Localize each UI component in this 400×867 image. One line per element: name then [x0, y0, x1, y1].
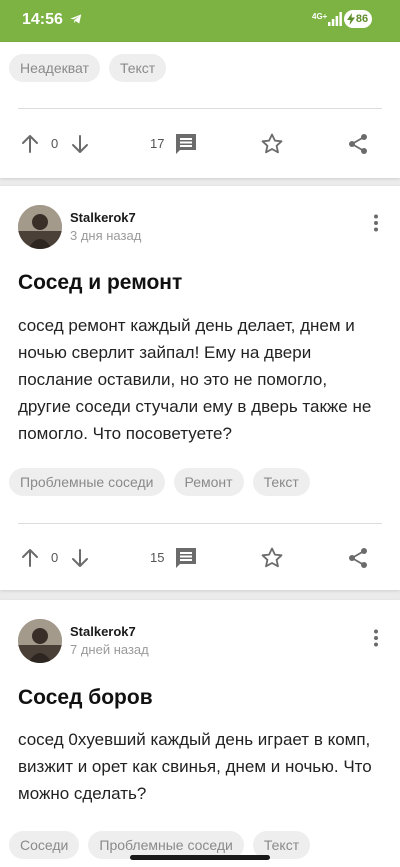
- post-card: Stalkerok7 3 дня назад Сосед и ремонт со…: [0, 186, 400, 590]
- divider: [18, 523, 382, 524]
- status-time: 14:56: [22, 11, 63, 28]
- downvote-arrow-icon[interactable]: [68, 546, 92, 570]
- author-name[interactable]: Stalkerok7: [70, 624, 136, 639]
- comment-count[interactable]: 15: [150, 550, 164, 565]
- star-icon[interactable]: [260, 546, 284, 570]
- comment-icon[interactable]: [174, 132, 198, 156]
- post-body: сосед 0хуевший каждый день играет в комп…: [18, 730, 372, 803]
- tag[interactable]: Текст: [252, 468, 310, 496]
- more-options-icon[interactable]: [366, 213, 386, 233]
- tag-list: Проблемные соседи Ремонт Текст: [9, 468, 310, 496]
- more-options-icon[interactable]: [366, 628, 386, 648]
- status-bar: 14:56 4G+ 86: [0, 0, 400, 42]
- post-date: 3 дня назад: [70, 228, 142, 243]
- star-icon[interactable]: [260, 132, 284, 156]
- upvote-arrow-icon[interactable]: [18, 546, 42, 570]
- telegram-icon: [70, 14, 82, 24]
- avatar[interactable]: [18, 205, 62, 249]
- tag-list: Неадекват Текст: [9, 54, 167, 82]
- post-actions: 0 17: [0, 126, 400, 162]
- avatar[interactable]: [18, 619, 62, 663]
- post-card: Stalkerok7 7 дней назад Сосед боров сосе…: [0, 600, 400, 867]
- comment-count[interactable]: 17: [150, 136, 164, 151]
- share-icon[interactable]: [346, 132, 370, 156]
- signal-icon: [328, 12, 342, 26]
- tag[interactable]: Соседи: [9, 831, 80, 859]
- divider: [18, 108, 382, 109]
- vote-count: 0: [51, 550, 59, 565]
- author-name[interactable]: Stalkerok7: [70, 210, 136, 225]
- post-actions: 0 15: [0, 540, 400, 576]
- gesture-nav-bar[interactable]: [130, 855, 270, 860]
- comment-icon[interactable]: [174, 546, 198, 570]
- post-title[interactable]: Сосед боров: [18, 686, 153, 710]
- tag[interactable]: Ремонт: [173, 468, 244, 496]
- upvote-arrow-icon[interactable]: [18, 132, 42, 156]
- charging-icon: [347, 13, 355, 25]
- downvote-arrow-icon[interactable]: [68, 132, 92, 156]
- post-body: сосед ремонт каждый день делает, днем и …: [18, 316, 372, 443]
- post-card: Неадекват Текст 0 17: [0, 42, 400, 178]
- tag[interactable]: Текст: [108, 54, 167, 82]
- network-indicator: 4G+: [312, 12, 328, 21]
- tag[interactable]: Неадекват: [9, 54, 100, 82]
- post-date: 7 дней назад: [70, 642, 149, 657]
- tag[interactable]: Проблемные соседи: [9, 468, 165, 496]
- share-icon[interactable]: [346, 546, 370, 570]
- post-title[interactable]: Сосед и ремонт: [18, 271, 182, 295]
- vote-count: 0: [51, 136, 59, 151]
